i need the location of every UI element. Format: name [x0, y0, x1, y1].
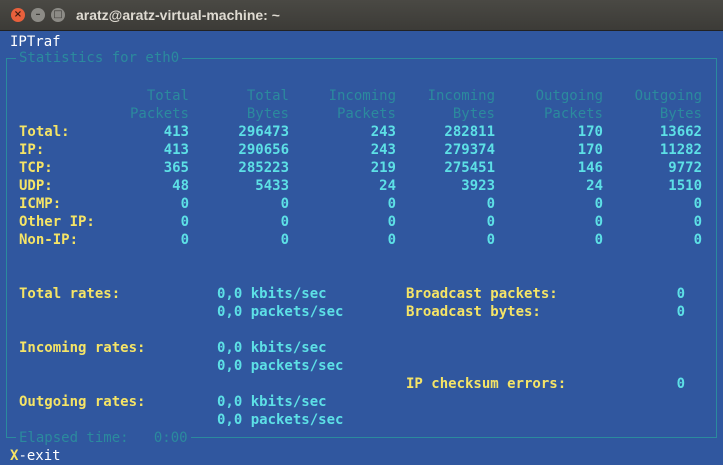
- row-value: 0: [486, 196, 495, 212]
- header-incoming-packets-line1: Incoming: [328, 88, 396, 104]
- row-value: 296473: [238, 124, 289, 140]
- title-bar[interactable]: × – □ aratz@aratz-virtual-machine: ~: [0, 0, 723, 31]
- row-value: 170: [577, 142, 603, 158]
- row-value: 24: [586, 178, 603, 194]
- outgoing-rates-packets: 0,0 packets/sec: [217, 412, 344, 428]
- row-value: 13662: [659, 124, 702, 140]
- row-value: 0: [594, 196, 603, 212]
- row-value: 0: [387, 232, 396, 248]
- row-value: 0: [180, 214, 189, 230]
- row-value: 0: [280, 232, 289, 248]
- row-value: 1510: [668, 178, 702, 194]
- checksum-errors-label: IP checksum errors:: [406, 376, 567, 392]
- maximize-icon[interactable]: □: [51, 8, 65, 22]
- header-incoming-bytes-line1: Incoming: [427, 88, 495, 104]
- row-value: 5433: [255, 178, 289, 194]
- row-value: 146: [577, 160, 603, 176]
- row-label: Total:: [19, 124, 70, 140]
- row-value: 0: [280, 196, 289, 212]
- row-value: 243: [370, 124, 396, 140]
- elapsed-time: Elapsed time: 0:00: [16, 429, 191, 447]
- row-value: 365: [163, 160, 189, 176]
- header-total-packets-line1: Total: [146, 88, 189, 104]
- broadcast-bytes-label: Broadcast bytes:: [406, 304, 541, 320]
- header-incoming-packets-line2: Packets: [336, 106, 396, 122]
- row-value: 9772: [668, 160, 702, 176]
- total-rates-kbits: 0,0 kbits/sec: [217, 286, 327, 302]
- row-value: 170: [577, 124, 603, 140]
- row-value: 413: [163, 142, 189, 158]
- row-label: Other IP:: [19, 214, 95, 230]
- row-value: 275451: [444, 160, 495, 176]
- exit-text: -exit: [18, 448, 61, 464]
- row-value: 0: [387, 214, 396, 230]
- outgoing-rates-label: Outgoing rates:: [19, 394, 146, 410]
- incoming-rates-kbits: 0,0 kbits/sec: [217, 340, 327, 356]
- row-value: 285223: [238, 160, 289, 176]
- incoming-rates-label: Incoming rates:: [19, 340, 146, 356]
- header-total-packets-line2: Packets: [129, 106, 189, 122]
- row-label: UDP:: [19, 178, 53, 194]
- row-label: ICMP:: [19, 196, 62, 212]
- row-label: TCP:: [19, 160, 53, 176]
- row-value: 0: [693, 232, 702, 248]
- header-incoming-bytes-line2: Bytes: [452, 106, 495, 122]
- row-value: 11282: [659, 142, 702, 158]
- row-value: 0: [486, 214, 495, 230]
- broadcast-bytes-value: 0: [676, 304, 685, 320]
- elapsed-time-label: Elapsed time:: [19, 430, 129, 446]
- outgoing-rates-kbits: 0,0 kbits/sec: [217, 394, 327, 410]
- header-total-bytes-line1: Total: [246, 88, 289, 104]
- header-outgoing-packets-line1: Outgoing: [535, 88, 603, 104]
- close-icon[interactable]: ×: [11, 8, 25, 22]
- row-label: Non-IP:: [19, 232, 79, 248]
- row-label: IP:: [19, 142, 45, 158]
- minimize-icon[interactable]: –: [31, 8, 45, 22]
- row-value: 0: [693, 214, 702, 230]
- row-value: 48: [172, 178, 189, 194]
- incoming-rates-packets: 0,0 packets/sec: [217, 358, 344, 374]
- row-value: 0: [387, 196, 396, 212]
- row-value: 0: [180, 196, 189, 212]
- checksum-errors-value: 0: [676, 376, 685, 392]
- header-total-bytes-line2: Bytes: [246, 106, 289, 122]
- broadcast-packets-label: Broadcast packets:: [406, 286, 558, 302]
- panel-title: Statistics for eth0: [16, 49, 183, 67]
- row-value: 0: [280, 214, 289, 230]
- window-title: aratz@aratz-virtual-machine: ~: [76, 7, 280, 23]
- terminal-content[interactable]: IPTraf Statistics for eth0 Total Packets T…: [0, 31, 723, 465]
- row-value: 0: [486, 232, 495, 248]
- header-outgoing-packets-line2: Packets: [543, 106, 603, 122]
- row-value: 24: [379, 178, 396, 194]
- row-value: 0: [693, 196, 702, 212]
- broadcast-packets-value: 0: [676, 286, 685, 302]
- elapsed-time-value: 0:00: [153, 430, 188, 446]
- row-value: 290656: [238, 142, 289, 158]
- header-outgoing-bytes-line1: Outgoing: [634, 88, 702, 104]
- row-value: 219: [370, 160, 396, 176]
- row-value: 279374: [444, 142, 495, 158]
- row-value: 243: [370, 142, 396, 158]
- row-value: 0: [180, 232, 189, 248]
- terminal-window: × – □ aratz@aratz-virtual-machine: ~ IPT…: [0, 0, 723, 465]
- row-value: 3923: [461, 178, 495, 194]
- total-rates-packets: 0,0 packets/sec: [217, 304, 344, 320]
- total-rates-label: Total rates:: [19, 286, 121, 302]
- row-value: 0: [594, 232, 603, 248]
- header-outgoing-bytes-line2: Bytes: [659, 106, 702, 122]
- row-value: 0: [594, 214, 603, 230]
- exit-hint[interactable]: X-exit: [10, 447, 61, 465]
- row-value: 413: [163, 124, 189, 140]
- row-value: 282811: [444, 124, 495, 140]
